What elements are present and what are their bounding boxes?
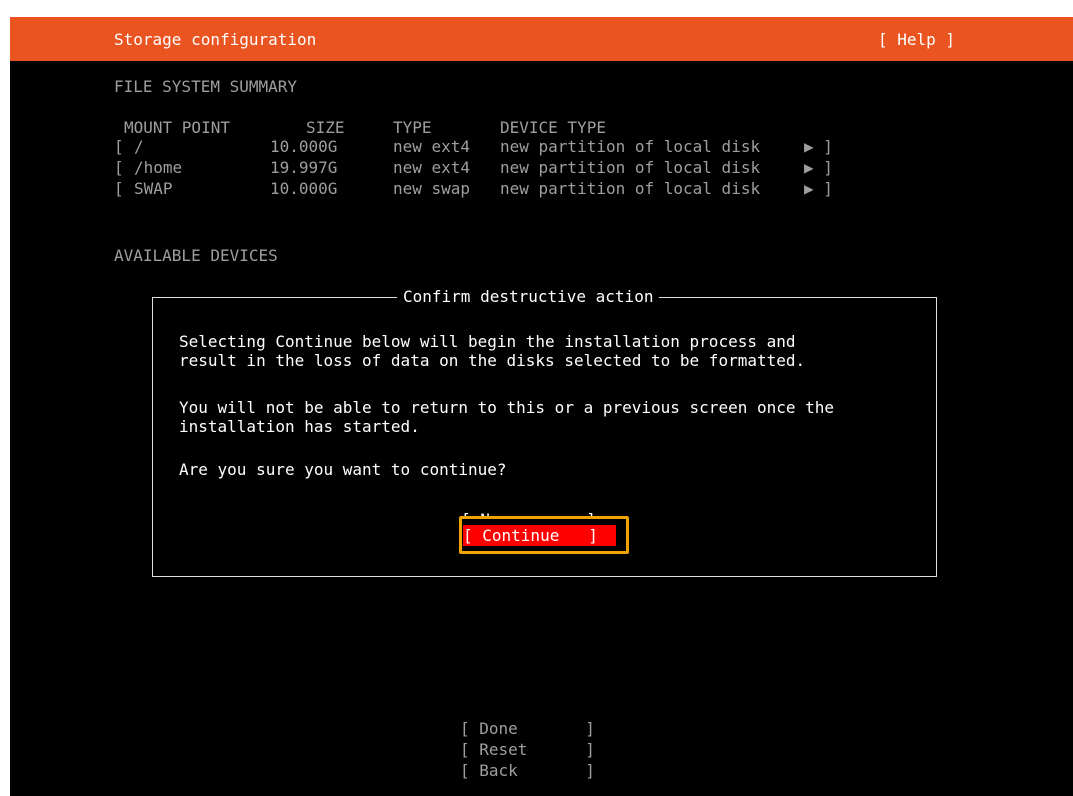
file-system-summary-heading: FILE SYSTEM SUMMARY [114,77,298,96]
row-mount: / [134,137,144,156]
row-mount: SWAP [134,179,173,198]
row-size: 10.000G [270,137,338,156]
continue-highlight-outline [459,516,629,554]
dialog-message-line: installation has started. [179,417,420,436]
row-arrow-icon: ▶ ] [804,137,833,156]
column-type: TYPE [393,118,432,137]
row-type: new ext4 [393,137,471,156]
row-device: new partition of local disk [500,179,761,198]
row-open-bracket: [ [114,137,124,156]
column-device-type: DEVICE TYPE [500,118,606,137]
row-size: 10.000G [270,179,338,198]
row-mount: /home [134,158,183,177]
row-open-bracket: [ [114,179,124,198]
row-size: 19.997G [270,158,338,177]
page-title: Storage configuration [114,30,317,49]
row-device: new partition of local disk [500,158,761,177]
dialog-message-line: You will not be able to return to this o… [179,398,835,417]
title-bar: Storage configuration [ Help ] [10,17,1073,61]
row-open-bracket: [ [114,158,124,177]
column-size: SIZE [306,118,345,137]
reset-button[interactable]: [ Reset ] [460,740,595,759]
dialog-question: Are you sure you want to continue? [179,460,507,479]
done-button[interactable]: [ Done ] [460,719,595,738]
row-device: new partition of local disk [500,137,761,156]
column-mount-point: MOUNT POINT [124,118,230,137]
row-type: new swap [393,179,471,198]
available-devices-heading: AVAILABLE DEVICES [114,246,278,265]
installer-screen: Storage configuration [ Help ] FILE SYST… [10,17,1073,796]
back-button[interactable]: [ Back ] [460,761,595,780]
dialog-message-line: result in the loss of data on the disks … [179,351,806,370]
help-button[interactable]: [ Help ] [878,30,955,49]
row-arrow-icon: ▶ ] [804,179,833,198]
row-type: new ext4 [393,158,471,177]
row-arrow-icon: ▶ ] [804,158,833,177]
dialog-message-line: Selecting Continue below will begin the … [179,332,796,351]
dialog-title: Confirm destructive action [397,287,660,306]
